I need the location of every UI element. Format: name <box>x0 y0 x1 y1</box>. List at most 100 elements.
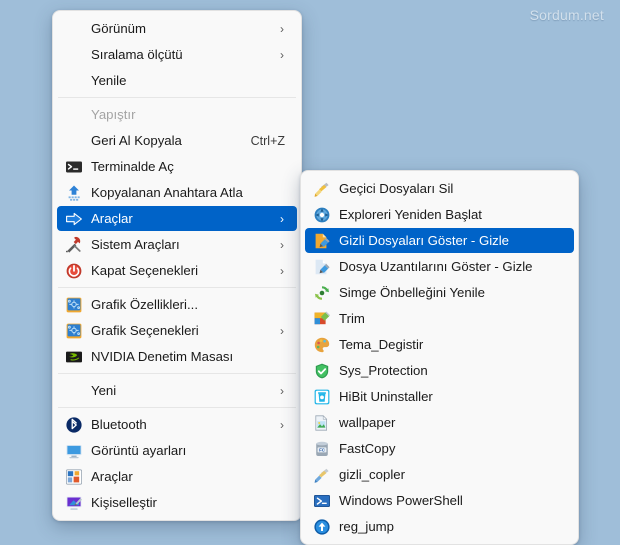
monitor-icon <box>65 442 83 460</box>
menu-item-label: Sıralama ölçütü <box>91 47 183 62</box>
submenu-item-3[interactable]: Dosya Uzantılarını Göster - Gizle <box>305 254 574 279</box>
menu-item-label: Yeni <box>91 383 117 398</box>
menu-item-label: Exploreri Yeniden Başlat <box>339 207 482 222</box>
no-icon-spacer <box>65 20 83 38</box>
menu-item-label: Kişiselleştir <box>91 495 157 510</box>
file-extensions-icon <box>313 258 331 276</box>
bluetooth-icon <box>65 416 83 434</box>
context-menu-item-0[interactable]: Görünüm › <box>57 16 297 41</box>
araclar-submenu: Geçici Dosyaları Sil Exploreri Yeniden Ba… <box>300 170 579 545</box>
submenu-item-5[interactable]: Trim <box>305 306 574 331</box>
menu-item-label: Geri Al Kopyala <box>91 133 182 148</box>
no-icon-spacer <box>65 106 83 124</box>
context-menu-item-2[interactable]: Yenile <box>57 68 297 93</box>
green-shield-icon <box>313 362 331 380</box>
menu-separator <box>58 373 296 374</box>
menu-item-label: Yapıştır <box>91 107 136 122</box>
context-menu-item-10[interactable]: Kapat Seçenekleri › <box>57 258 297 283</box>
powershell-icon <box>313 492 331 510</box>
fastcopy-icon: FC <box>313 440 331 458</box>
context-menu-item-6[interactable]: Terminalde Aç <box>57 154 297 179</box>
no-icon-spacer <box>65 132 83 150</box>
context-menu-item-13[interactable]: Grafik Seçenekleri › <box>57 318 297 343</box>
context-menu-item-21[interactable]: Kişiselleştir <box>57 490 297 515</box>
submenu-item-1[interactable]: Exploreri Yeniden Başlat <box>305 202 574 227</box>
submenu-item-2[interactable]: Gizli Dosyaları Göster - Gizle <box>305 228 574 253</box>
hidden-files-icon <box>313 232 331 250</box>
chevron-right-icon: › <box>280 417 284 432</box>
submenu-item-7[interactable]: Sys_Protection <box>305 358 574 383</box>
submenu-item-13[interactable]: reg_jump <box>305 514 574 539</box>
broom-blue-icon <box>313 466 331 484</box>
menu-item-shortcut: Ctrl+Z <box>250 133 285 148</box>
menu-item-label: Gizli Dosyaları Göster - Gizle <box>339 233 510 248</box>
menu-item-label: Windows PowerShell <box>339 493 463 508</box>
menu-item-label: Geçici Dosyaları Sil <box>339 181 454 196</box>
terminal-icon <box>65 158 83 176</box>
menu-item-label: Dosya Uzantılarını Göster - Gizle <box>339 259 533 274</box>
chevron-right-icon: › <box>280 237 284 252</box>
chevron-right-icon: › <box>280 47 284 62</box>
reg-jump-icon <box>313 518 331 536</box>
menu-separator <box>58 97 296 98</box>
context-menu-item-9[interactable]: Sistem Araçları › <box>57 232 297 257</box>
context-menu-item-19[interactable]: Görüntü ayarları <box>57 438 297 463</box>
menu-item-label: NVIDIA Denetim Masası <box>91 349 234 364</box>
palette-icon <box>313 336 331 354</box>
context-menu-item-12[interactable]: Grafik Özellikleri... <box>57 292 297 317</box>
context-menu-item-5[interactable]: Geri Al Kopyala Ctrl+Z <box>57 128 297 153</box>
menu-item-label: Görünüm <box>91 21 146 36</box>
menu-item-label: HiBit Uninstaller <box>339 389 433 404</box>
power-icon <box>65 262 83 280</box>
submenu-item-12[interactable]: Windows PowerShell <box>305 488 574 513</box>
menu-item-label: Grafik Özellikleri... <box>91 297 198 312</box>
chevron-right-icon: › <box>280 323 284 338</box>
trim-chart-icon <box>313 310 331 328</box>
context-menu-item-8[interactable]: Araçlar › <box>57 206 297 231</box>
graphics-properties-icon <box>65 322 83 340</box>
hibit-uninstaller-icon <box>313 388 331 406</box>
svg-text:FC: FC <box>319 447 326 452</box>
personalize-icon <box>65 494 83 512</box>
context-menu-item-7[interactable]: Kopyalanan Anahtara Atla <box>57 180 297 205</box>
submenu-item-10[interactable]: FC FastCopy <box>305 436 574 461</box>
submenu-item-11[interactable]: gizli_copler <box>305 462 574 487</box>
menu-item-label: Grafik Seçenekleri <box>91 323 199 338</box>
submenu-item-6[interactable]: Tema_Degistir <box>305 332 574 357</box>
menu-item-label: Yenile <box>91 73 127 88</box>
submenu-item-8[interactable]: HiBit Uninstaller <box>305 384 574 409</box>
submenu-item-4[interactable]: Simge Önbelleğini Yenile <box>305 280 574 305</box>
menu-item-label: Kapat Seçenekleri <box>91 263 199 278</box>
menu-item-label: FastCopy <box>339 441 396 456</box>
menu-item-label: gizli_copler <box>339 467 405 482</box>
menu-separator <box>58 287 296 288</box>
explorer-restart-icon <box>313 206 331 224</box>
context-menu-item-20[interactable]: Araçlar <box>57 464 297 489</box>
menu-item-label: Görüntü ayarları <box>91 443 187 458</box>
context-menu-item-18[interactable]: Bluetooth › <box>57 412 297 437</box>
broom-yellow-icon <box>313 180 331 198</box>
menu-item-label: Bluetooth <box>91 417 147 432</box>
menu-item-label: Terminalde Aç <box>91 159 174 174</box>
menu-item-label: reg_jump <box>339 519 394 534</box>
no-icon-spacer <box>65 46 83 64</box>
submenu-item-0[interactable]: Geçici Dosyaları Sil <box>305 176 574 201</box>
watermark: Sordum.net <box>529 7 604 23</box>
chevron-right-icon: › <box>280 263 284 278</box>
menu-item-label: Trim <box>339 311 365 326</box>
chevron-right-icon: › <box>280 383 284 398</box>
menu-item-label: Tema_Degistir <box>339 337 424 352</box>
submenu-item-9[interactable]: wallpaper <box>305 410 574 435</box>
hammer-wrench-icon <box>65 236 83 254</box>
menu-item-label: Araçlar <box>91 211 133 226</box>
context-menu-item-14[interactable]: NVIDIA Denetim Masası <box>57 344 297 369</box>
picture-icon <box>313 414 331 432</box>
no-icon-spacer <box>65 72 83 90</box>
menu-item-label: Sistem Araçları <box>91 237 180 252</box>
menu-item-label: Sys_Protection <box>339 363 428 378</box>
menu-item-label: Araçlar <box>91 469 133 484</box>
context-menu-item-16[interactable]: Yeni › <box>57 378 297 403</box>
nvidia-icon <box>65 348 83 366</box>
refresh-green-icon <box>313 284 331 302</box>
context-menu-item-1[interactable]: Sıralama ölçütü › <box>57 42 297 67</box>
